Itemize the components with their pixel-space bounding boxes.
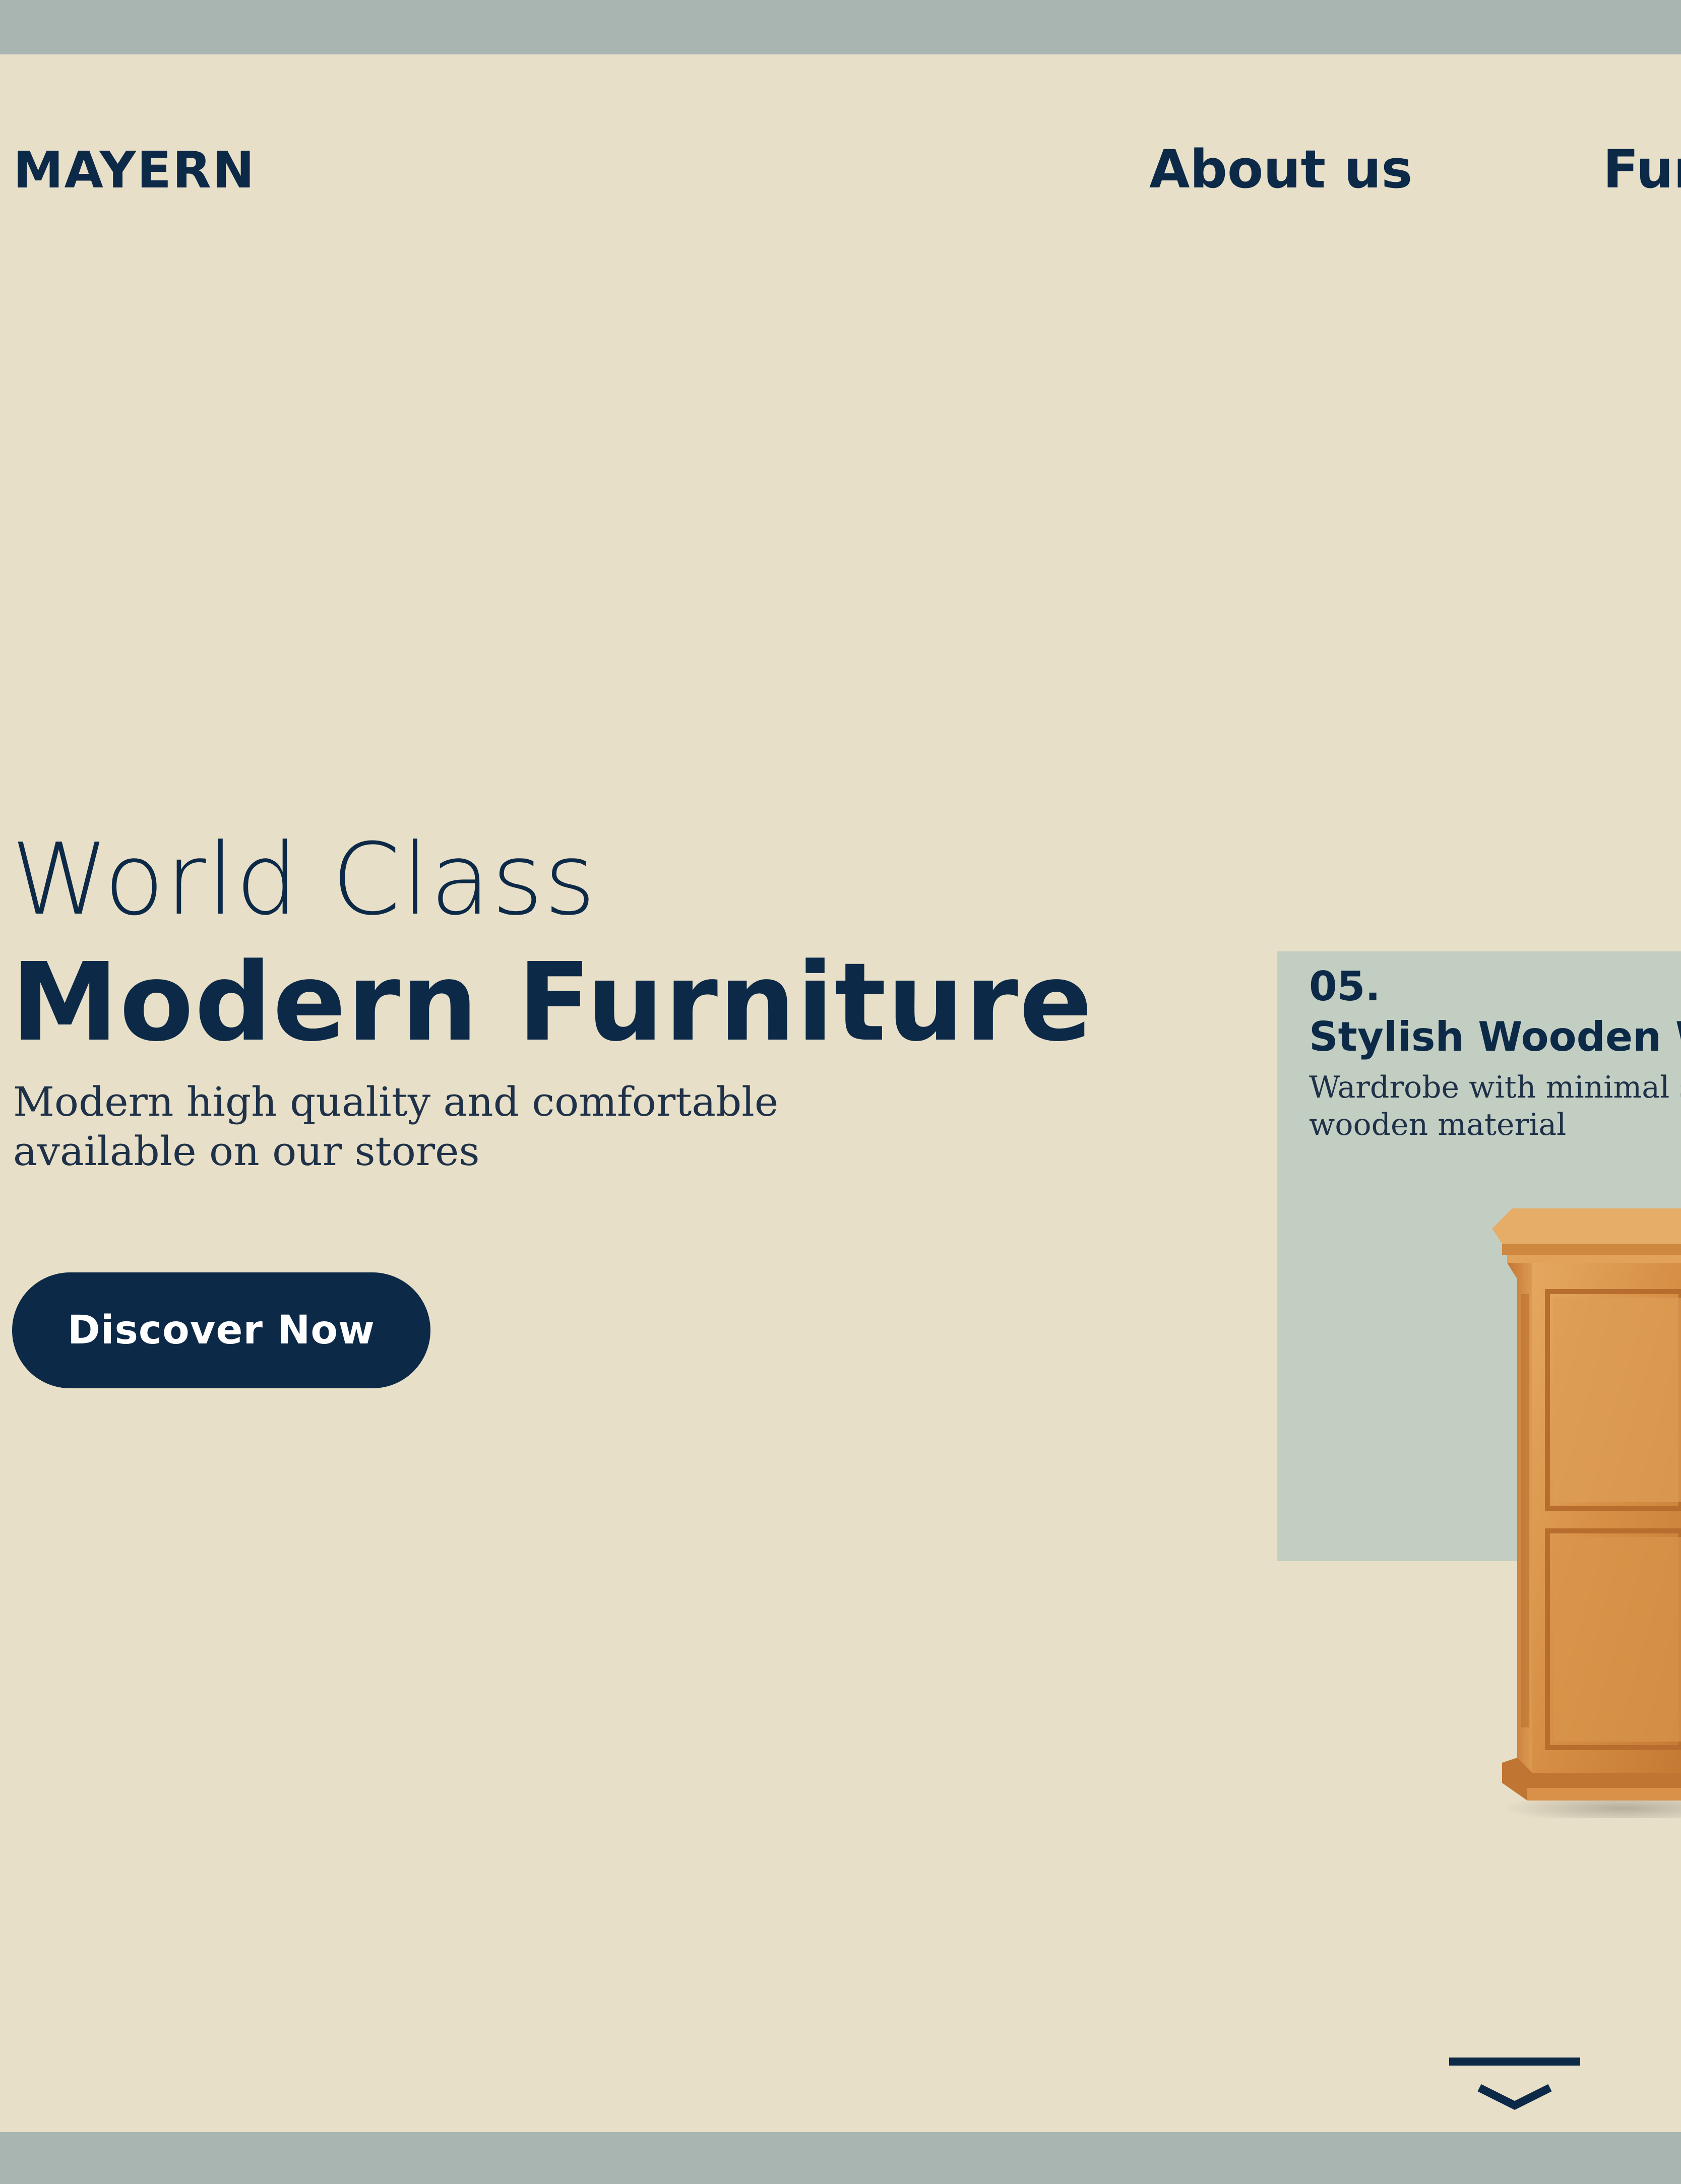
hero-subtitle-line-1: Modern high quality and comfortable [13, 1078, 779, 1125]
brand-logo[interactable]: MAYERN [13, 145, 256, 196]
hero-subtitle: Modern high quality and comfortable avai… [13, 1077, 870, 1176]
product-description: Wardrobe with minimal s wooden material [1309, 1070, 1681, 1142]
product-index: 05. [1309, 963, 1381, 1010]
page-frame-bottom [0, 2132, 1681, 2184]
hero-subtitle-line-2: available on our stores [13, 1128, 480, 1175]
wooden-wardrobe-image[interactable] [1492, 1208, 1681, 1818]
hero-eyebrow: World Class [11, 822, 597, 937]
chevron-down-icon[interactable] [1449, 2058, 1580, 2118]
hero-title: Modern Furniture [11, 940, 1094, 1065]
landing-page: MAYERN About us Fur World Class Modern F… [0, 54, 1681, 2132]
nav-item-about-us[interactable]: About us [1149, 143, 1412, 196]
page-frame-top [0, 0, 1681, 54]
nav-item-furniture[interactable]: Fur [1603, 143, 1681, 196]
product-title: Stylish Wooden W [1309, 1013, 1681, 1060]
discover-now-button[interactable]: Discover Now [12, 1272, 430, 1388]
